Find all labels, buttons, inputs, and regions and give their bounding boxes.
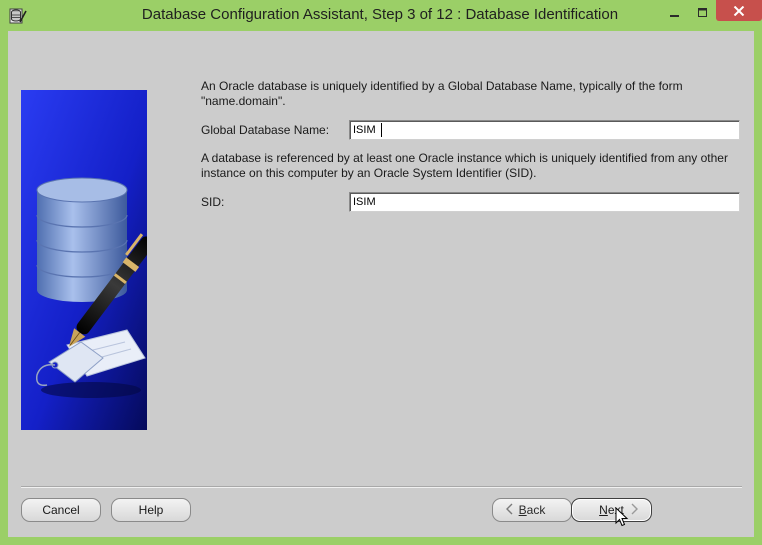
maximize-button[interactable] — [690, 1, 716, 25]
cancel-button-label: Cancel — [42, 503, 80, 517]
application-window: Database Configuration Assistant, Step 3… — [0, 0, 762, 545]
close-icon — [733, 5, 745, 16]
text-caret — [381, 123, 382, 137]
global-db-name-label: Global Database Name: — [201, 123, 330, 137]
sid-description: A database is referenced by at least one… — [201, 151, 728, 180]
button-separator — [21, 486, 742, 488]
cancel-button[interactable]: Cancel — [21, 498, 101, 522]
minimize-icon — [670, 15, 679, 17]
help-button-label: Help — [138, 503, 164, 517]
chevron-left-icon — [504, 502, 514, 519]
database-app-icon[interactable] — [9, 7, 27, 25]
sid-input[interactable] — [349, 192, 740, 212]
database-pen-illustration — [21, 90, 147, 430]
mouse-pointer-icon — [615, 507, 629, 527]
minimize-button[interactable] — [660, 1, 690, 25]
maximize-icon — [698, 8, 707, 17]
help-button[interactable]: Help — [111, 498, 191, 522]
window-title: Database Configuration Assistant, Step 3… — [141, 6, 619, 23]
close-button[interactable] — [716, 0, 762, 21]
sid-label: SID: — [201, 195, 225, 209]
back-button-label: Back — [518, 503, 546, 517]
chevron-right-icon — [630, 502, 640, 519]
global-db-name-input[interactable] — [349, 120, 740, 140]
back-button[interactable]: Back — [492, 498, 572, 522]
dialog-client-area: An Oracle database is uniquely identifie… — [8, 31, 754, 537]
next-button[interactable]: Next — [571, 498, 652, 522]
global-db-description: An Oracle database is uniquely identifie… — [201, 79, 683, 108]
title-bar[interactable]: Database Configuration Assistant, Step 3… — [0, 0, 762, 32]
